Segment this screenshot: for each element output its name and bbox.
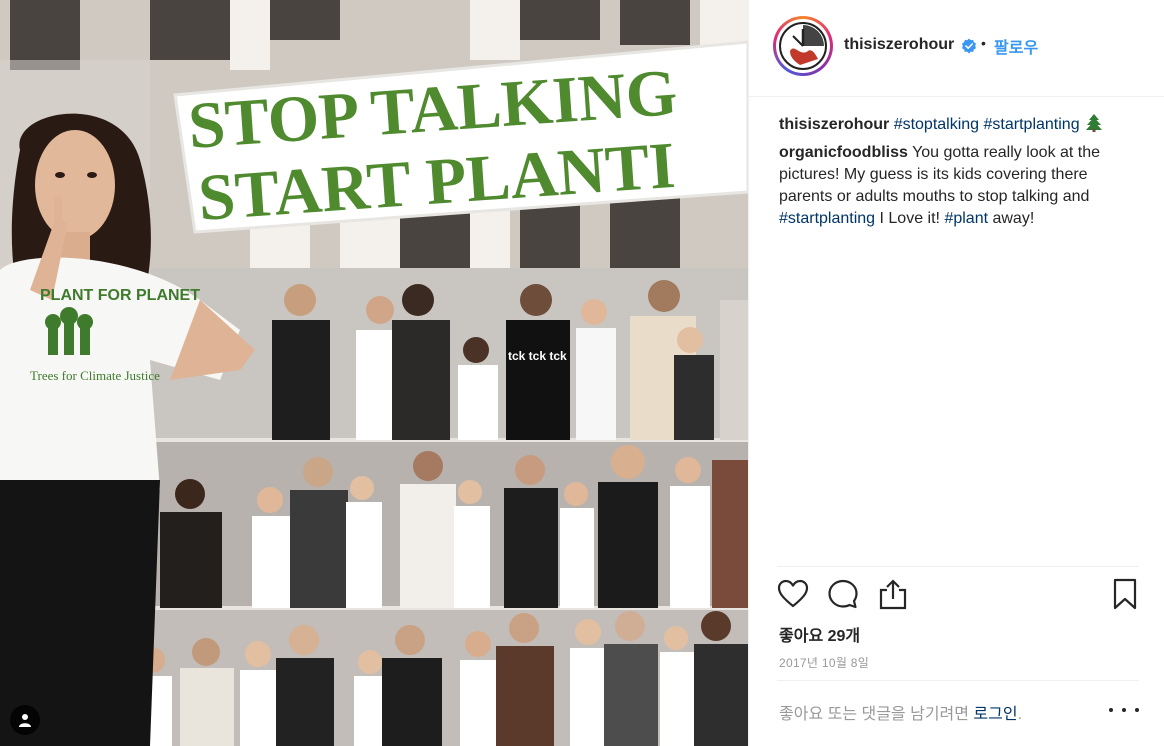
comment-username[interactable]: thisiszerohour — [779, 116, 889, 133]
comment-bubble-icon[interactable] — [827, 578, 861, 612]
login-prompt: 좋아요 또는 댓글을 남기려면 로그인. — [779, 700, 1022, 724]
login-link[interactable]: 로그인 — [973, 706, 1017, 723]
post-author-username[interactable]: thisiszerohour — [844, 36, 954, 54]
bookmark-icon[interactable] — [1109, 578, 1143, 612]
share-upload-icon[interactable] — [877, 578, 911, 612]
action-bar — [777, 578, 1139, 618]
hashtag-link[interactable]: #startplanting — [984, 116, 1080, 133]
login-divider — [777, 680, 1139, 681]
post-header: thisiszerohour • 팔로우 — [749, 0, 1164, 97]
svg-text:Trees for Climate Justice: Trees for Climate Justice — [30, 368, 160, 383]
comment-username[interactable]: organicfoodbliss — [779, 144, 908, 161]
post-date: 2017년 10월 8일 — [779, 656, 870, 670]
svg-text:PLANT FOR PLANET: PLANT FOR PLANET — [40, 287, 200, 304]
hashtag-link[interactable]: #plant — [944, 210, 988, 227]
hashtag-link[interactable]: #stoptalking — [894, 116, 979, 133]
person-tag-icon[interactable] — [10, 705, 40, 735]
comment-item: organicfoodbliss You gotta really look a… — [779, 142, 1139, 230]
more-options-icon[interactable] — [1109, 700, 1139, 720]
photo-scene: STOP TALKING START PLANTI PLANT FOR PLAN… — [0, 0, 748, 746]
post-photo[interactable]: STOP TALKING START PLANTI PLANT FOR PLAN… — [0, 0, 748, 746]
comments-list: thisiszerohour #stoptalking #startplanti… — [779, 114, 1139, 236]
heart-icon[interactable] — [777, 578, 811, 612]
comment-text: I Love it! — [875, 210, 945, 227]
evergreen-tree-icon — [1086, 114, 1103, 132]
login-prompt-text: 좋아요 또는 댓글을 남기려면 — [779, 706, 974, 723]
comment-text: away! — [988, 210, 1035, 227]
comment-caption: thisiszerohour #stoptalking #startplanti… — [779, 114, 1139, 136]
likes-count[interactable]: 좋아요 29개 — [779, 622, 860, 646]
avatar[interactable] — [773, 16, 833, 76]
hashtag-link[interactable]: #startplanting — [779, 210, 875, 227]
header-separator: • — [981, 35, 986, 51]
clock-globe-logo-icon — [779, 22, 827, 70]
login-prompt-suffix: . — [1017, 706, 1023, 723]
actions-divider — [777, 566, 1139, 567]
post-side-panel: thisiszerohour • 팔로우 thisiszerohour #sto… — [748, 0, 1164, 746]
svg-text:tck tck tck: tck tck tck — [508, 349, 567, 363]
follow-button[interactable]: 팔로우 — [994, 34, 1038, 58]
verified-badge-icon — [962, 38, 976, 54]
